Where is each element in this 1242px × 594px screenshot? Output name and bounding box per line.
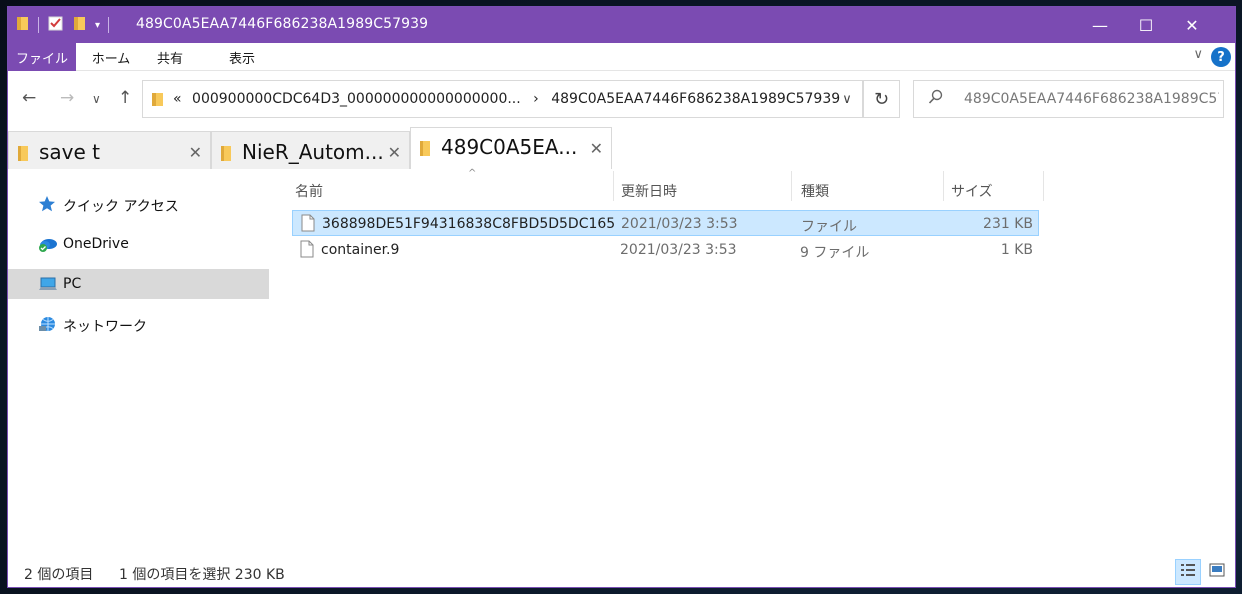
search-box[interactable]: 489C0A5EAA7446F686238A1989C579... [913, 80, 1224, 118]
column-header-date[interactable]: 更新日時 [621, 174, 791, 204]
folder-tab-label: NieR_Autom... [242, 140, 384, 164]
column-header-label: 更新日時 [621, 184, 677, 200]
ribbon-tabs: ファイル ホーム 共有 表示 ∨ ? [8, 43, 1235, 71]
column-divider[interactable] [1043, 171, 1044, 201]
folder-icon [419, 139, 431, 161]
search-input[interactable]: 489C0A5EAA7446F686238A1989C579... [964, 91, 1219, 107]
column-header-label: 名前 [295, 184, 323, 200]
file-name: container.9 [321, 242, 400, 258]
pc-icon [38, 275, 57, 293]
address-overflow-icon[interactable]: « [173, 91, 182, 107]
column-divider[interactable] [613, 171, 614, 201]
address-path: « 000900000CDC64D3_000000000000000000...… [173, 91, 840, 107]
properties-icon[interactable] [47, 14, 65, 36]
sort-ascending-icon: ^ [468, 168, 477, 179]
file-type: ファイル [801, 219, 857, 235]
selection-info: 1 個の項目を選択 230 KB [119, 567, 285, 583]
details-view-icon [1180, 563, 1196, 581]
tab-view[interactable]: 表示 [220, 43, 264, 71]
breadcrumb-segment[interactable]: 489C0A5EAA7446F686238A1989C57939 [551, 91, 840, 107]
folder-icon [151, 91, 165, 111]
column-header-size[interactable]: サイズ [951, 174, 1041, 204]
column-header-name[interactable]: ^ 名前 [295, 168, 613, 204]
file-icon [301, 214, 315, 232]
sidebar-item-label: PC [63, 276, 82, 292]
close-tab-icon[interactable]: ✕ [189, 143, 202, 162]
file-date: 2021/03/23 3:53 [620, 242, 737, 258]
customize-dropdown-icon[interactable]: ▾ [95, 20, 100, 31]
window-title: 489C0A5EAA7446F686238A1989C57939 [136, 16, 429, 32]
breadcrumb-separator-icon[interactable]: › [533, 91, 539, 107]
sidebar-item-quick-access[interactable]: クイック アクセス [8, 189, 269, 219]
folder-icon [220, 144, 232, 166]
help-icon[interactable]: ? [1211, 47, 1231, 67]
folder-tab-label: save t [39, 140, 101, 164]
folder-tab[interactable]: save t ✕ [8, 131, 211, 169]
divider [38, 17, 39, 33]
sidebar-item-label: OneDrive [63, 236, 129, 252]
column-divider[interactable] [943, 171, 944, 201]
sidebar-item-network[interactable]: ネットワーク [8, 309, 269, 339]
sidebar-item-onedrive[interactable]: OneDrive [8, 229, 269, 259]
file-row[interactable]: 368898DE51F94316838C8FBD5D5DC165 2021/03… [292, 210, 1039, 236]
folder-tab-strip: save t ✕ NieR_Autom... ✕ 489C0A5EA... ✕ [8, 127, 1235, 169]
star-icon [38, 195, 56, 213]
file-name: 368898DE51F94316838C8FBD5D5DC165 [322, 216, 616, 232]
file-size: 231 KB [983, 216, 1033, 232]
search-icon [928, 89, 944, 109]
explorer-window: ▾ 489C0A5EAA7446F686238A1989C57939 — ☐ ✕… [7, 6, 1236, 588]
sidebar-item-pc[interactable]: PC [8, 269, 269, 299]
tab-file[interactable]: ファイル [8, 43, 76, 71]
close-tab-icon[interactable]: ✕ [388, 143, 401, 162]
column-header-type[interactable]: 種類 [801, 174, 941, 204]
sidebar-item-label: クイック アクセス [63, 199, 179, 215]
ribbon-collapse-icon[interactable]: ∨ [1193, 47, 1203, 62]
tab-share[interactable]: 共有 [148, 43, 192, 71]
file-type: 9 ファイル [800, 245, 870, 261]
column-header-label: 種類 [801, 184, 829, 200]
new-folder-icon[interactable] [73, 15, 87, 35]
minimize-button[interactable]: — [1077, 7, 1123, 43]
navigation-pane: クイック アクセス OneDrive PC ネットワーク [8, 169, 271, 555]
navigation-bar: ← → ∨ ↑ « 000900000CDC64D3_0000000000000… [8, 71, 1235, 127]
column-header-label: サイズ [951, 184, 993, 200]
details-view-button[interactable] [1175, 559, 1201, 585]
folder-tab-active[interactable]: 489C0A5EA... ✕ [410, 127, 612, 169]
close-tab-icon[interactable]: ✕ [590, 139, 603, 158]
close-button[interactable]: ✕ [1169, 7, 1215, 43]
status-bar: 2 個の項目 1 個の項目を選択 230 KB [8, 555, 1235, 587]
folder-icon [16, 15, 30, 35]
item-count: 2 個の項目 [24, 567, 94, 583]
recent-locations-button[interactable]: ∨ [92, 92, 101, 106]
folder-tab-label: 489C0A5EA... [441, 135, 578, 159]
refresh-button[interactable]: ↻ [863, 80, 900, 118]
address-dropdown-icon[interactable]: ∨ [832, 81, 862, 117]
file-row[interactable]: container.9 2021/03/23 3:53 9 ファイル 1 KB [292, 237, 1039, 263]
large-icons-view-icon [1209, 563, 1225, 581]
sidebar-item-label: ネットワーク [63, 319, 147, 335]
forward-button[interactable]: → [60, 88, 74, 108]
file-date: 2021/03/23 3:53 [621, 216, 738, 232]
back-button[interactable]: ← [22, 88, 36, 108]
divider [108, 17, 110, 33]
network-icon [38, 315, 56, 333]
up-button[interactable]: ↑ [118, 88, 132, 108]
onedrive-icon [38, 235, 57, 253]
file-icon [300, 240, 314, 258]
file-size: 1 KB [1000, 242, 1033, 258]
address-bar[interactable]: « 000900000CDC64D3_000000000000000000...… [142, 80, 863, 118]
folder-icon [17, 144, 29, 166]
quick-access-toolbar: ▾ [16, 7, 117, 43]
column-divider[interactable] [791, 171, 792, 201]
breadcrumb-segment[interactable]: 000900000CDC64D3_000000000000000000... [192, 91, 521, 107]
folder-tab[interactable]: NieR_Autom... ✕ [211, 131, 410, 169]
file-list: ^ 名前 更新日時 種類 サイズ 368898DE51F94316838C8FB… [271, 168, 1235, 555]
large-icons-view-button[interactable] [1204, 559, 1230, 585]
tab-home[interactable]: ホーム [81, 43, 141, 71]
title-bar: ▾ 489C0A5EAA7446F686238A1989C57939 — ☐ ✕ [8, 7, 1235, 43]
maximize-button[interactable]: ☐ [1123, 7, 1169, 43]
